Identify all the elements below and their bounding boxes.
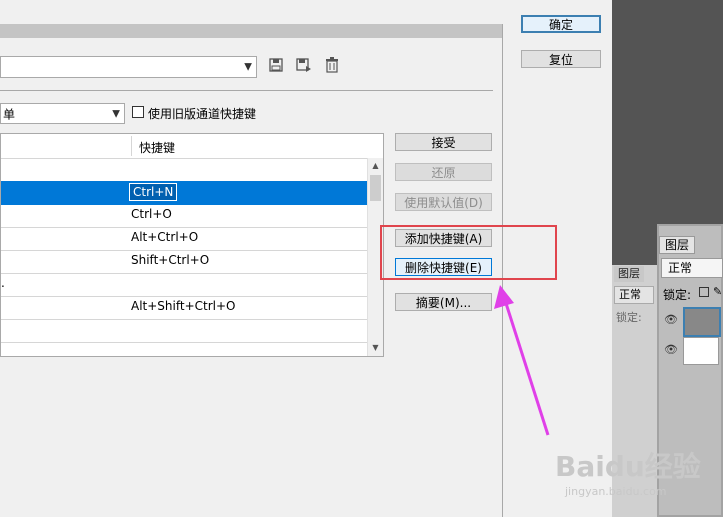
table-row[interactable]: Shift+Ctrl+O	[1, 250, 369, 274]
scroll-down-icon[interactable]: ▼	[368, 340, 383, 356]
blend-mode-select-back[interactable]: 正常	[614, 286, 654, 304]
accept-button[interactable]: 接受	[395, 133, 492, 151]
ok-button[interactable]: 确定	[521, 15, 601, 33]
legacy-channel-checkbox[interactable]	[132, 106, 144, 118]
table-row[interactable]: Alt+Ctrl+O	[1, 227, 369, 251]
layers-tab[interactable]: 图层	[659, 236, 695, 254]
table-row[interactable]: .	[1, 273, 369, 297]
chevron-down-icon: ▼	[244, 61, 252, 73]
save-set-icon[interactable]	[268, 58, 284, 74]
chevron-down-icon: ▼	[112, 108, 120, 119]
section-divider	[0, 90, 493, 91]
brush-icon[interactable]: ✎	[713, 285, 722, 298]
undo-button[interactable]: 还原	[395, 163, 492, 181]
table-row[interactable]	[1, 158, 369, 182]
layers-tab-back[interactable]: 图层	[614, 266, 644, 282]
watermark-url: jingyan.baidu.com	[565, 485, 667, 498]
save-set-as-icon[interactable]	[296, 58, 312, 74]
delete-set-icon[interactable]	[324, 57, 340, 73]
eye-icon[interactable]: 👁	[664, 313, 678, 326]
lock-pixels-icon[interactable]	[699, 287, 709, 297]
layer-thumbnail	[683, 307, 721, 337]
table-header: 快捷键	[1, 134, 383, 159]
lock-label-back: 锁定:	[616, 311, 642, 324]
layer-row[interactable]: 👁	[659, 306, 721, 337]
watermark-logo: Baidu经验	[555, 450, 701, 483]
dialog-header-strip	[0, 24, 502, 38]
annotation-arrow-icon	[494, 285, 550, 436]
column-header-shortcut[interactable]: 快捷键	[139, 139, 175, 156]
table-row[interactable]: Alt+Shift+Ctrl+O	[1, 296, 369, 320]
table-row[interactable]	[1, 319, 369, 343]
legacy-channel-label: 使用旧版通道快捷键	[148, 107, 257, 121]
layer-thumbnail	[683, 337, 719, 365]
use-default-button[interactable]: 使用默认值(D)	[395, 193, 492, 211]
blend-mode-select[interactable]: 正常	[661, 258, 723, 278]
scroll-up-icon[interactable]: ▲	[368, 158, 383, 174]
lock-label: 锁定:	[663, 288, 692, 302]
shortcut-set-select[interactable]: ▼	[0, 56, 257, 78]
shortcuts-for-select[interactable]: 单 ▼	[0, 103, 125, 124]
table-row-selected[interactable]: Ctrl+N	[1, 181, 369, 205]
scroll-thumb[interactable]	[370, 175, 381, 201]
table-row[interactable]: Ctrl+O	[1, 204, 369, 228]
reset-button[interactable]: 复位	[521, 50, 601, 68]
highlight-box	[380, 225, 557, 280]
summary-button[interactable]: 摘要(M)...	[395, 293, 492, 311]
layer-row[interactable]: 👁	[659, 336, 721, 365]
shortcut-edit-field[interactable]: Ctrl+N	[129, 183, 178, 201]
shortcut-table: 快捷键 Ctrl+N Ctrl+O Alt+Ctrl+O Shift+Ctrl+…	[0, 133, 384, 357]
shortcuts-for-value: 单	[3, 107, 16, 121]
eye-icon[interactable]: 👁	[664, 343, 678, 356]
